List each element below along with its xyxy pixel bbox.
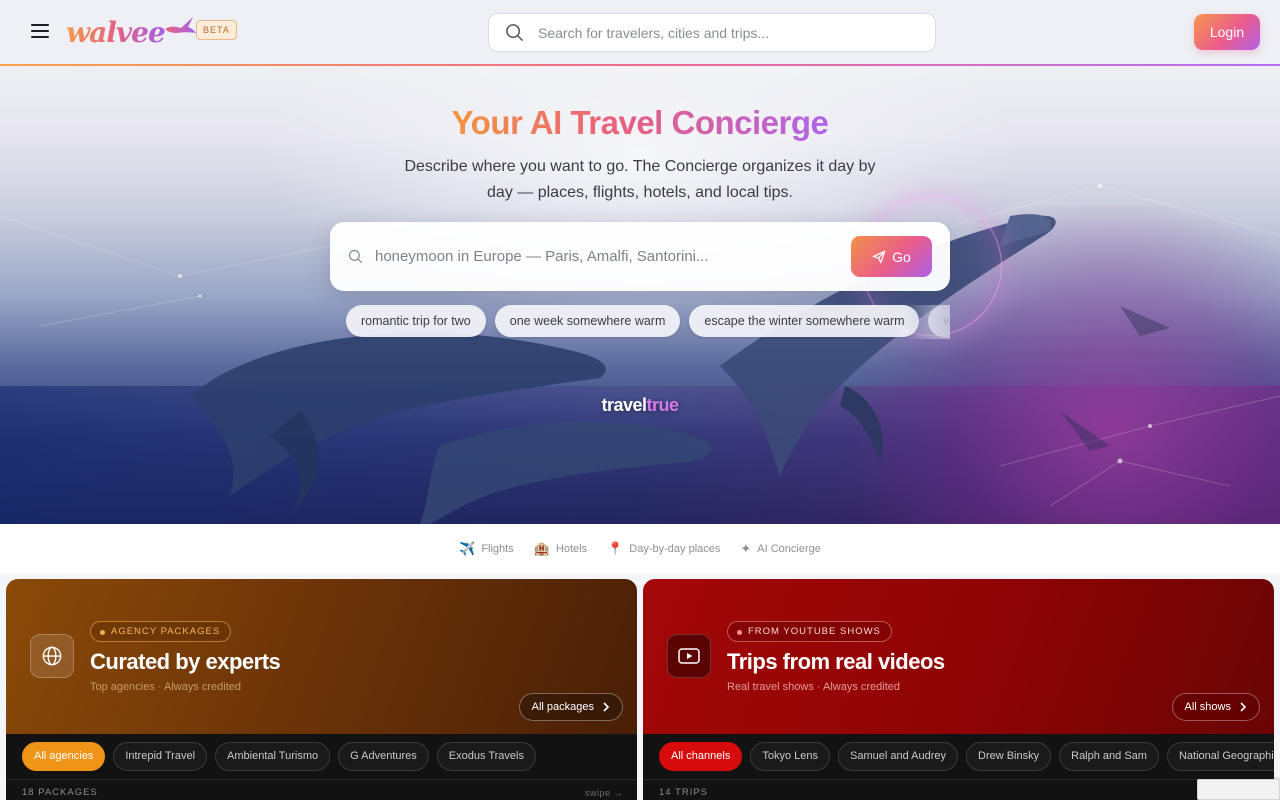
- recaptcha-badge[interactable]: [1197, 779, 1280, 800]
- filter-chip[interactable]: G Adventures: [338, 742, 429, 771]
- feature-places: 📍 Day-by-day places: [607, 541, 720, 557]
- count-label: 14 TRIPS: [659, 787, 709, 798]
- hero-section: Your AI Travel Concierge Describe where …: [0, 66, 1280, 524]
- pin-icon: 📍: [607, 541, 624, 556]
- global-search-input[interactable]: [538, 24, 918, 41]
- youtube-icon: [667, 634, 711, 678]
- card-tag: AGENCY PACKAGES: [90, 621, 232, 642]
- card-title: Trips from real videos: [727, 649, 945, 674]
- feature-hotels: 🏨 Hotels: [534, 541, 587, 557]
- beta-badge: BETA: [196, 20, 237, 40]
- card-title: Curated by experts: [90, 649, 281, 674]
- bird-icon: [164, 17, 196, 33]
- features-strip: ✈️ Flights 🏨 Hotels 📍 Day-by-day places ✦ AI…: [0, 524, 1280, 574]
- agency-filters: All agencies Intrepid Travel Ambiental T…: [6, 734, 637, 779]
- chevron-right-icon: [1240, 702, 1247, 712]
- go-button[interactable]: Go: [851, 236, 932, 277]
- suggestion-chips: romantic trip for two one week somewhere…: [346, 305, 950, 339]
- feature-label: Flights: [481, 543, 514, 555]
- concierge-input[interactable]: [375, 248, 835, 265]
- hero-title: Your AI Travel Concierge: [451, 104, 829, 141]
- menu-icon[interactable]: [30, 22, 50, 40]
- filter-chip[interactable]: All channels: [659, 742, 743, 771]
- traveltrue-logo: traveltrue: [0, 395, 1280, 416]
- card-tag: FROM YOUTUBE SHOWS: [727, 621, 892, 642]
- brand-accent: true: [646, 395, 680, 415]
- search-icon: [348, 249, 363, 264]
- card-header: FROM YOUTUBE SHOWS Trips from real video…: [643, 579, 1274, 734]
- all-packages-label: All packages: [531, 701, 594, 713]
- global-search[interactable]: [488, 13, 936, 52]
- agency-packages-card: AGENCY PACKAGES Curated by experts Top a…: [6, 579, 637, 800]
- logo-text: walvee: [66, 15, 166, 49]
- login-button[interactable]: Login: [1194, 14, 1260, 50]
- suggestion-chip[interactable]: escape the winter somewhere warm: [689, 305, 920, 337]
- suggestion-chip[interactable]: one week somewhere warm: [494, 305, 681, 337]
- filter-chip[interactable]: Samuel and Audrey: [837, 742, 958, 771]
- feature-label: AI Concierge: [757, 543, 821, 555]
- filter-chip[interactable]: National Geographic: [1166, 742, 1274, 771]
- packages-count: 18 PACKAGES swipe →: [6, 779, 637, 800]
- top-header: walvee BETA Login: [0, 0, 1280, 66]
- channel-filters: All channels Tokyo Lens Samuel and Audre…: [643, 734, 1274, 779]
- youtube-shows-card: FROM YOUTUBE SHOWS Trips from real video…: [643, 579, 1274, 800]
- filter-chip[interactable]: All agencies: [22, 742, 106, 771]
- feature-label: Day-by-day places: [629, 543, 721, 555]
- feature-label: Hotels: [555, 543, 588, 555]
- card-header: AGENCY PACKAGES Curated by experts Top a…: [6, 579, 637, 734]
- feature-concierge: ✦ AI Concierge: [740, 541, 821, 557]
- filter-chip[interactable]: Ralph and Sam: [1059, 742, 1159, 771]
- hero-subtitle: Describe where you want to go. The Conci…: [404, 158, 876, 201]
- trips-count: 14 TRIPS: [643, 779, 1274, 800]
- search-icon: [506, 24, 523, 41]
- airplane-icon: ✈️: [459, 541, 476, 556]
- card-subtitle: Top agencies · Always credited: [90, 681, 242, 693]
- globe-icon: [30, 634, 74, 678]
- filter-chip[interactable]: Exodus Travels: [436, 742, 536, 771]
- swipe-hint: swipe →: [584, 788, 623, 798]
- concierge-prompt[interactable]: Go: [330, 222, 950, 291]
- logo[interactable]: walvee: [66, 14, 197, 50]
- filter-chip[interactable]: Tokyo Lens: [750, 742, 830, 771]
- count-label: 18 PACKAGES: [22, 787, 98, 798]
- all-packages-button[interactable]: All packages: [518, 693, 623, 721]
- suggestion-chip[interactable]: where: [928, 305, 950, 337]
- all-shows-label: All shows: [1184, 701, 1231, 713]
- chevron-right-icon: [603, 702, 610, 712]
- filter-chip[interactable]: Intrepid Travel: [113, 742, 208, 771]
- suggestion-chip[interactable]: romantic trip for two: [346, 305, 486, 337]
- go-label: Go: [892, 248, 911, 265]
- sparkle-icon: ✦: [740, 541, 752, 556]
- hotel-icon: 🏨: [533, 541, 550, 556]
- filter-chip[interactable]: Drew Binsky: [966, 742, 1052, 771]
- filter-chip[interactable]: Ambiental Turismo: [215, 742, 331, 771]
- all-shows-button[interactable]: All shows: [1171, 693, 1260, 721]
- send-icon: [872, 250, 886, 263]
- feature-flights: ✈️ Flights: [459, 541, 514, 557]
- card-subtitle: Real travel shows · Always credited: [727, 681, 901, 693]
- brand-main: travel: [601, 395, 647, 415]
